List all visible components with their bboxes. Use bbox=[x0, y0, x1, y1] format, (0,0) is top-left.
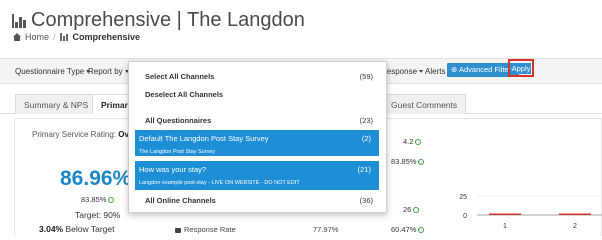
dropdown-item-label: Select All Channels bbox=[145, 72, 215, 81]
metric-value: 26 bbox=[403, 205, 420, 214]
tab-guest-comments[interactable]: Guest Comments bbox=[382, 94, 467, 114]
dropdown-item-default-survey[interactable]: Default The Langdon Post Stay Survey (2)… bbox=[135, 130, 379, 156]
y-tick-label: 0 bbox=[463, 213, 467, 220]
metric-value-text: 4.2 bbox=[403, 137, 414, 146]
header: Comprehensive | The Langdon Home / Compr… bbox=[0, 0, 602, 58]
chart-svg: 25 0 1 2 bbox=[459, 194, 602, 230]
metric-value-text: 83.85% bbox=[391, 157, 417, 166]
report-by-dropdown[interactable]: Report by bbox=[88, 67, 129, 76]
metric-value: 83.85% bbox=[391, 157, 425, 166]
dropdown-item-count: (59) bbox=[359, 72, 373, 81]
dropdown-item-count: (23) bbox=[359, 116, 373, 125]
dropdown-item-label: All Questionnaires bbox=[145, 116, 212, 125]
channel-dropdown: Select All Channels (59) Deselect All Ch… bbox=[128, 61, 387, 213]
caret-down-icon bbox=[419, 70, 424, 74]
chart-bar bbox=[559, 213, 591, 215]
questionnaire-type-dropdown[interactable]: Questionnaire Type bbox=[15, 67, 91, 76]
dropdown-item-all-online-channels[interactable]: All Online Channels (36) bbox=[135, 196, 379, 208]
response-rate-label: Response Rate bbox=[175, 225, 236, 234]
bar-chart-icon bbox=[59, 33, 69, 41]
advanced-filters-label: Advanced Filters bbox=[458, 65, 515, 74]
y-tick-label: 25 bbox=[459, 194, 467, 201]
breadcrumb-home[interactable]: Home bbox=[25, 32, 49, 42]
below-target-value: 3.04% bbox=[39, 224, 64, 234]
dropdown-item-all-questionnaires[interactable]: All Questionnaires (23) bbox=[135, 116, 379, 128]
dropdown-item-select-all[interactable]: Select All Channels (59) bbox=[135, 72, 379, 84]
breadcrumb-separator: / bbox=[53, 32, 56, 42]
dropdown-item-label: Default The Langdon Post Stay Survey bbox=[139, 134, 269, 143]
dropdown-item-deselect-all[interactable]: Deselect All Channels bbox=[135, 90, 379, 102]
dropdown-item-count: (2) bbox=[361, 134, 371, 143]
check-circle-icon bbox=[108, 197, 115, 204]
comment-icon bbox=[175, 227, 181, 233]
check-circle-icon bbox=[418, 159, 425, 166]
previous-score: 83.85% bbox=[81, 195, 115, 204]
page-title-text: Comprehensive | The Langdon bbox=[31, 9, 305, 31]
dropdown-item-how-was-your-stay[interactable]: How was your stay? (21) Langdon example … bbox=[135, 161, 379, 190]
check-circle-icon bbox=[413, 207, 420, 214]
plus-circle-icon: ⊕ bbox=[451, 65, 459, 74]
dropdown-item-subtitle: Langdon example post-stay - LIVE ON WEBS… bbox=[139, 180, 300, 186]
previous-score-value: 83.85% bbox=[81, 195, 107, 204]
page-title: Comprehensive | The Langdon bbox=[12, 9, 305, 32]
dropdown-item-label: How was your stay? bbox=[139, 165, 207, 174]
x-tick-label: 2 bbox=[573, 223, 577, 230]
metric-value: 4.2 bbox=[403, 137, 422, 146]
home-icon bbox=[13, 33, 21, 41]
alerts-link[interactable]: Alerts bbox=[425, 67, 445, 76]
tab-summary-nps[interactable]: Summary & NPS bbox=[15, 94, 98, 114]
below-target-label: Below Target bbox=[65, 224, 115, 234]
metric-value-text: 26 bbox=[403, 205, 412, 214]
breadcrumb: Home / Comprehensive bbox=[13, 32, 140, 42]
channel-color-swatch bbox=[145, 212, 155, 213]
check-circle-icon bbox=[415, 139, 422, 146]
target-label: Target: 90% bbox=[75, 210, 121, 220]
response-rate-text: Response Rate bbox=[184, 225, 236, 234]
questionnaire-type-label: Questionnaire Type bbox=[15, 67, 85, 76]
overall-score: 86.96% bbox=[60, 167, 132, 190]
below-target: 3.04% Below Target bbox=[39, 224, 114, 234]
breadcrumb-current: Comprehensive bbox=[72, 32, 141, 42]
metric-value-text: 60.47% bbox=[391, 225, 417, 234]
x-tick-label: 1 bbox=[503, 223, 507, 230]
apply-button[interactable]: Apply bbox=[511, 63, 531, 74]
chart-bar bbox=[489, 213, 521, 215]
metric-value: 60.47% bbox=[391, 225, 425, 234]
report-by-label: Report by bbox=[88, 67, 123, 76]
primary-rating-label: Primary Service Rating: bbox=[32, 130, 117, 139]
bar-chart-icon bbox=[12, 13, 26, 28]
dropdown-item-label: All Online Channels bbox=[145, 196, 216, 205]
check-circle-icon bbox=[418, 227, 425, 234]
dropdown-item-subtitle: The Langdon Post Stay Survey bbox=[139, 149, 216, 155]
response-dropdown[interactable]: Response bbox=[381, 67, 424, 76]
response-rate-value: 77.97% bbox=[313, 225, 339, 234]
dropdown-item-count: (21) bbox=[357, 165, 371, 174]
dropdown-item-label: Deselect All Channels bbox=[145, 90, 224, 99]
dropdown-item-count: (36) bbox=[359, 196, 373, 205]
